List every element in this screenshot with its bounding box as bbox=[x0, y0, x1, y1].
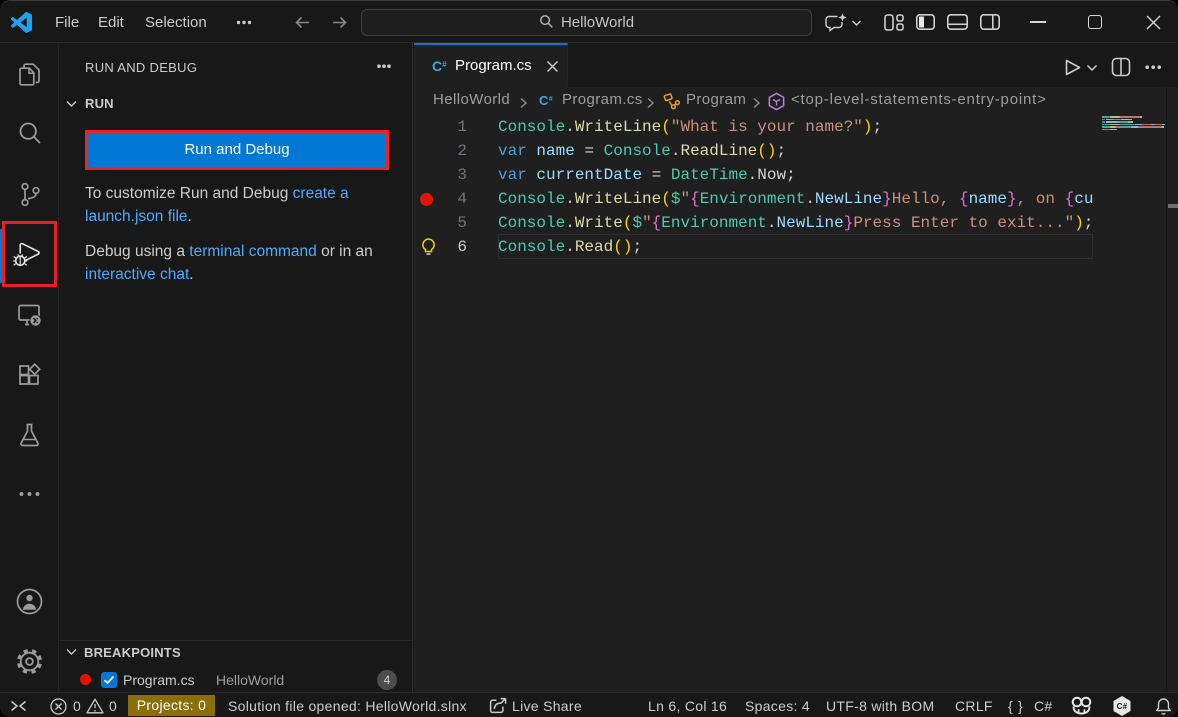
svg-text:C#: C# bbox=[1117, 702, 1128, 711]
